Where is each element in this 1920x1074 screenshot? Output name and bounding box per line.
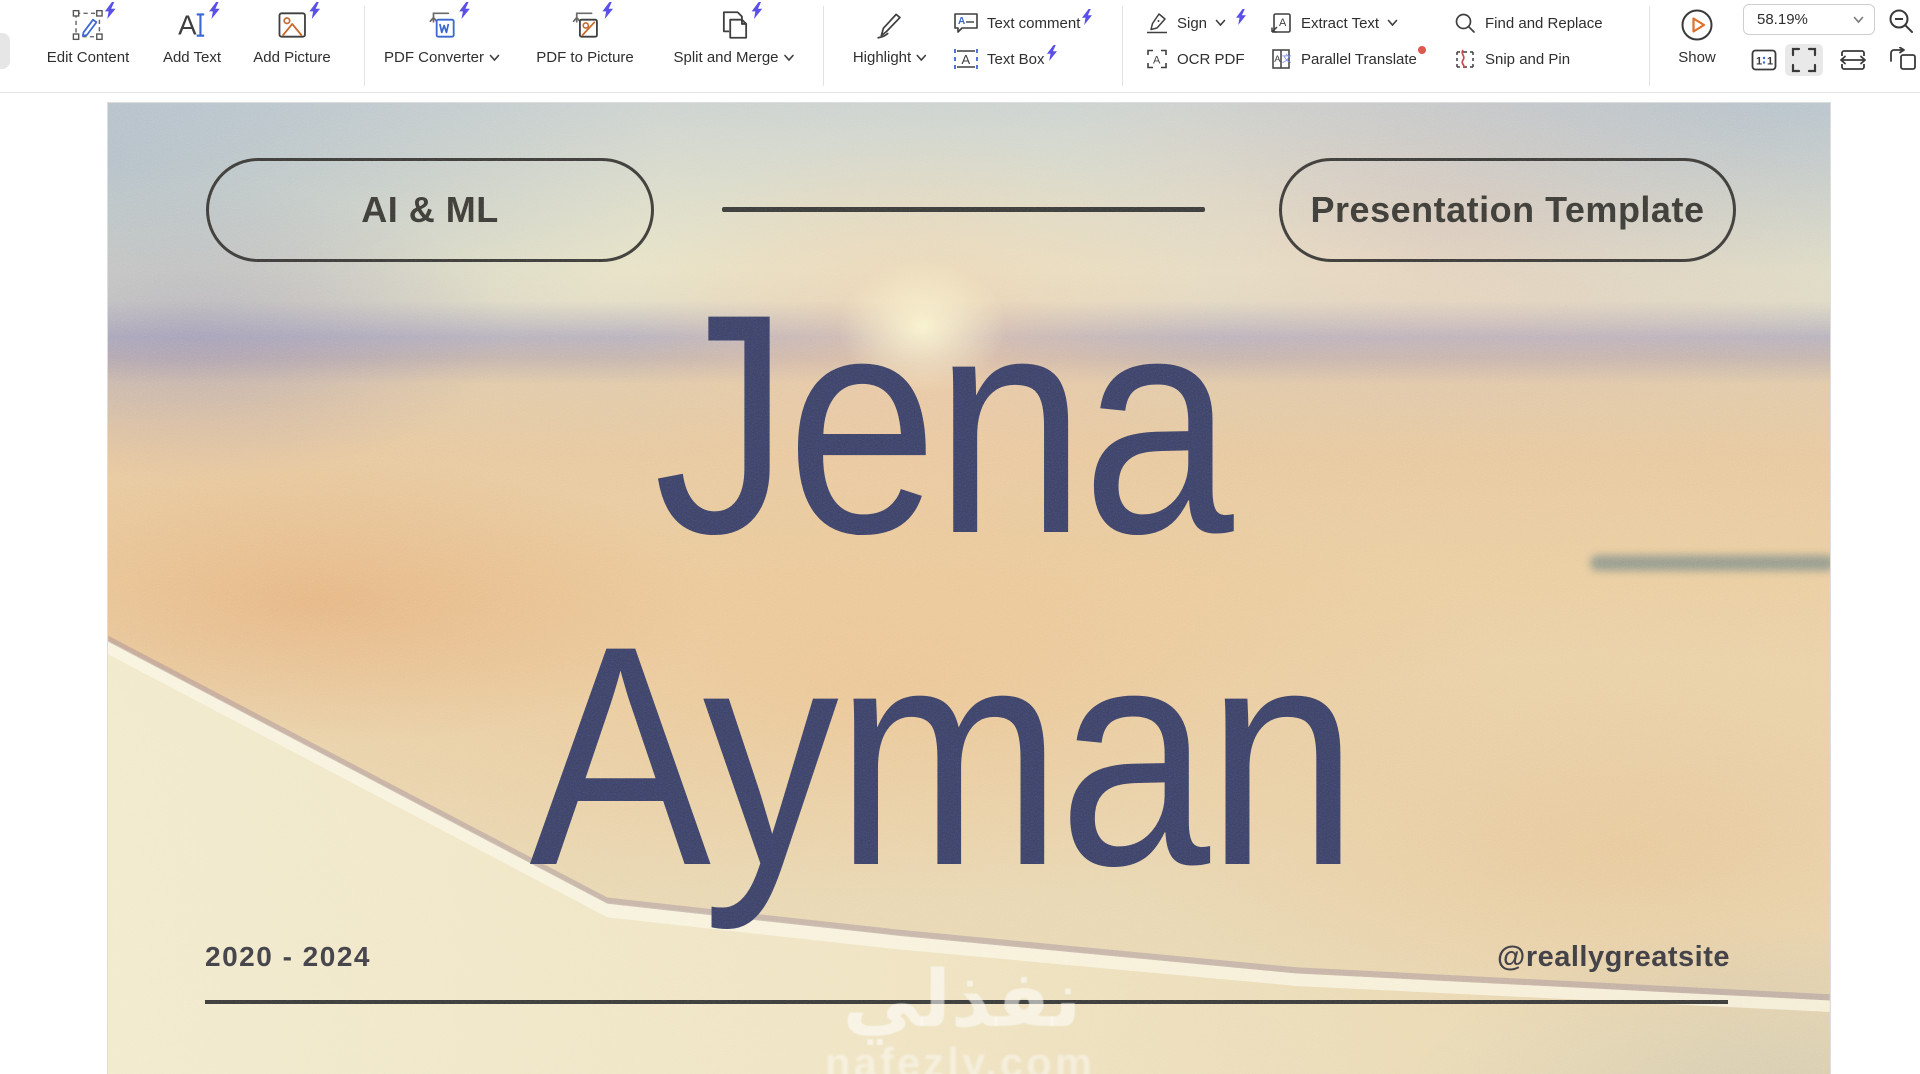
svg-text:A: A (178, 10, 197, 41)
actual-size-button[interactable]: 1 1 (1748, 46, 1780, 74)
highlight-label: Highlight (853, 49, 927, 66)
pdf-to-picture-label: PDF to Picture (536, 49, 634, 66)
add-text-icon: A (172, 2, 220, 45)
extract-text-button[interactable]: A Extract Text (1269, 8, 1398, 38)
parallel-translate-icon: A 文 (1272, 49, 1292, 69)
slide-title-line2: Ayman (529, 582, 1358, 931)
svg-text:1: 1 (1756, 56, 1762, 68)
add-text-button[interactable]: A Add Text (162, 0, 222, 92)
badge-ai-ml: AI & ML (206, 158, 654, 262)
pdf-page: AI & ML Presentation Template Jena Ayman… (108, 103, 1830, 1074)
one-to-one-icon: 1 1 (1751, 49, 1777, 71)
pdf-converter-button[interactable]: PDF Converter (384, 0, 500, 92)
text-box-icon: A (954, 49, 978, 69)
text-comment-label: Text comment (987, 8, 1093, 32)
edit-content-icon (68, 2, 116, 45)
notification-red-dot (1417, 45, 1426, 54)
distant-island (1590, 555, 1830, 571)
badge-presentation-template-label: Presentation Template (1310, 189, 1705, 230)
toolbar-separator (364, 6, 365, 86)
rotate-arrow-icon (1890, 47, 1916, 70)
sign-button[interactable]: Sign (1145, 8, 1247, 38)
split-merge-button[interactable]: Split and Merge (673, 0, 794, 92)
search-icon (1455, 13, 1475, 33)
svg-text:A: A (1274, 54, 1281, 65)
svg-text:A: A (962, 52, 971, 67)
add-text-label: Add Text (162, 49, 222, 66)
extract-text-icon: A (1271, 13, 1291, 33)
svg-text:1: 1 (1767, 56, 1773, 68)
toolbar-separator (823, 6, 824, 86)
edit-content-label: Edit Content (46, 49, 130, 66)
watermark-domain: nafezly.com (824, 1039, 1096, 1074)
pdf-converter-icon (422, 2, 470, 45)
zoom-level-value: 58.19% (1757, 11, 1808, 28)
fit-width-icon (1840, 50, 1866, 70)
toolbar-separator (1649, 6, 1650, 86)
text-comment-button[interactable]: A Text comment (953, 8, 1093, 38)
ocr-pdf-label: OCR PDF (1177, 50, 1245, 68)
document-canvas: AI & ML Presentation Template Jena Ayman… (0, 94, 1920, 1074)
find-replace-label: Find and Replace (1485, 14, 1603, 32)
show-button[interactable]: Show (1677, 0, 1717, 92)
extract-text-label: Extract Text (1301, 14, 1380, 32)
ocr-pdf-button[interactable]: A OCR PDF (1145, 44, 1245, 74)
slide-title-line1: Jena (653, 250, 1234, 599)
split-merge-label: Split and Merge (673, 49, 794, 66)
sign-pen-icon (1147, 13, 1167, 34)
sign-label: Sign (1177, 14, 1208, 32)
fit-page-icon (1791, 47, 1817, 73)
split-merge-icon (714, 2, 762, 45)
svg-text:A: A (958, 16, 965, 27)
text-box-button[interactable]: A Text Box (953, 44, 1057, 74)
badge-ai-ml-label: AI & ML (361, 189, 499, 230)
pdf-editor-app: Edit Content A Add Text Add Picture PDF … (0, 0, 1920, 1074)
svg-text:文: 文 (1282, 53, 1292, 65)
watermark-arabic: نفذلي (842, 955, 1082, 1045)
zoom-out-button[interactable] (1884, 5, 1918, 37)
connector-line (722, 207, 1205, 212)
pdf-to-picture-icon (565, 2, 613, 45)
social-handle-text: @reallygreatsite (1497, 941, 1730, 973)
add-picture-icon (272, 2, 320, 45)
collapsed-panel-handle[interactable] (0, 33, 10, 69)
pdf-converter-label: PDF Converter (384, 49, 500, 66)
years-text: 2020 - 2024 (205, 941, 371, 972)
magnifier-minus-icon (1889, 9, 1913, 33)
play-circle-icon (1677, 5, 1717, 45)
badge-presentation-template: Presentation Template (1279, 158, 1736, 262)
parallel-translate-label: Parallel Translate (1301, 45, 1426, 68)
highlight-button[interactable]: Highlight (853, 0, 927, 92)
zoom-level-select[interactable]: 58.19% (1743, 4, 1875, 35)
ocr-scan-icon: A (1147, 49, 1167, 69)
svg-text:A: A (1279, 17, 1287, 29)
svg-text:A: A (1153, 55, 1161, 67)
text-box-label: Text Box (987, 44, 1057, 68)
add-picture-button[interactable]: Add Picture (253, 0, 331, 92)
fit-page-button[interactable] (1785, 44, 1823, 76)
add-picture-label: Add Picture (253, 49, 331, 66)
parallel-translate-button[interactable]: A 文 Parallel Translate (1269, 44, 1426, 74)
snip-pin-button[interactable]: Snip and Pin (1453, 44, 1570, 74)
pdf-to-picture-button[interactable]: PDF to Picture (536, 0, 634, 92)
show-label: Show (1678, 49, 1716, 66)
highlight-pen-icon (870, 5, 910, 45)
toolbar: Edit Content A Add Text Add Picture PDF … (0, 0, 1920, 93)
toolbar-separator (1122, 6, 1123, 86)
find-replace-button[interactable]: Find and Replace (1453, 8, 1603, 38)
snip-pin-icon (1456, 49, 1474, 69)
fit-width-button[interactable] (1836, 46, 1870, 74)
edit-content-button[interactable]: Edit Content (46, 0, 130, 92)
rotate-page-button[interactable] (1884, 46, 1920, 74)
chevron-down-icon (1853, 16, 1864, 23)
snip-pin-label: Snip and Pin (1485, 50, 1571, 68)
text-comment-icon: A (954, 13, 978, 33)
